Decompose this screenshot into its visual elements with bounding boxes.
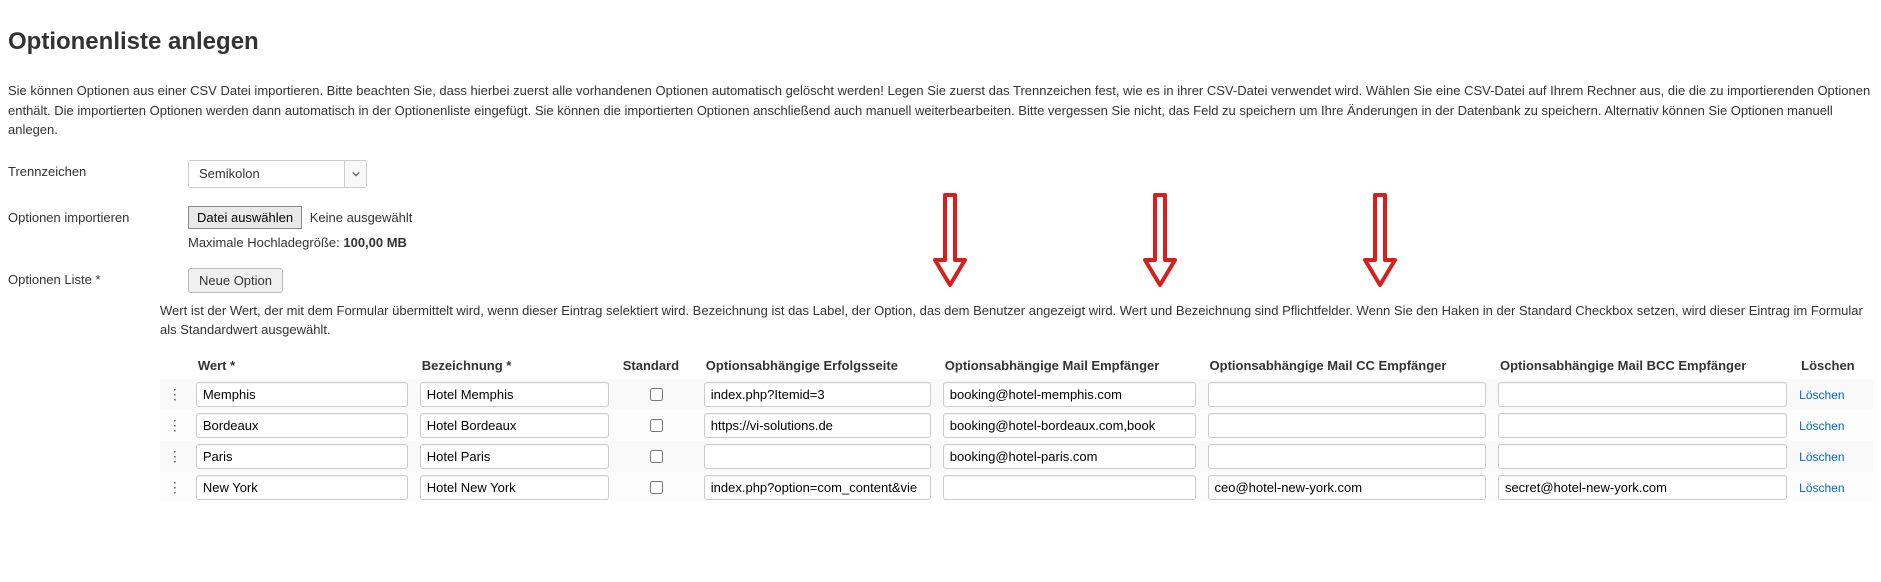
annotation-arrow-icon bbox=[1360, 190, 1400, 290]
mail-input[interactable] bbox=[943, 444, 1196, 469]
col-std: Standard bbox=[615, 352, 698, 379]
help-text: Wert ist der Wert, der mit dem Formular … bbox=[160, 301, 1873, 340]
standard-checkbox[interactable] bbox=[650, 450, 663, 463]
drag-handle-icon[interactable]: ⋮ bbox=[160, 379, 190, 410]
col-page: Optionsabhängige Erfolgsseite bbox=[698, 352, 937, 379]
chevron-down-icon[interactable] bbox=[344, 161, 366, 187]
delete-link[interactable]: Löschen bbox=[1799, 419, 1844, 433]
wert-input[interactable] bbox=[196, 382, 408, 407]
trennzeichen-select[interactable]: Semikolon bbox=[188, 160, 367, 188]
bezeichnung-input[interactable] bbox=[420, 444, 609, 469]
new-option-button[interactable]: Neue Option bbox=[188, 268, 283, 293]
liste-label: Optionen Liste * bbox=[8, 268, 188, 287]
drag-handle-icon[interactable]: ⋮ bbox=[160, 472, 190, 503]
bcc-input[interactable] bbox=[1498, 382, 1787, 407]
wert-input[interactable] bbox=[196, 444, 408, 469]
delete-link[interactable]: Löschen bbox=[1799, 388, 1844, 402]
file-select-button[interactable]: Datei auswählen bbox=[188, 206, 302, 229]
cc-input[interactable] bbox=[1208, 382, 1486, 407]
maxsize-label: Maximale Hochladegröße: bbox=[188, 235, 340, 250]
page-title: Optionenliste anlegen bbox=[8, 28, 1873, 56]
annotation-arrow-icon bbox=[930, 190, 970, 290]
cc-input[interactable] bbox=[1208, 444, 1486, 469]
intro-text: Sie können Optionen aus einer CSV Datei … bbox=[8, 81, 1873, 140]
trennzeichen-value: Semikolon bbox=[189, 161, 344, 187]
annotation-arrow-icon bbox=[1140, 190, 1180, 290]
file-status: Keine ausgewählt bbox=[310, 210, 413, 225]
bcc-input[interactable] bbox=[1498, 413, 1787, 438]
col-cc: Optionsabhängige Mail CC Empfänger bbox=[1202, 352, 1492, 379]
wert-input[interactable] bbox=[196, 413, 408, 438]
wert-input[interactable] bbox=[196, 475, 408, 500]
standard-checkbox[interactable] bbox=[650, 481, 663, 494]
delete-link[interactable]: Löschen bbox=[1799, 450, 1844, 464]
bcc-input[interactable] bbox=[1498, 475, 1787, 500]
bezeichnung-input[interactable] bbox=[420, 413, 609, 438]
col-bcc: Optionsabhängige Mail BCC Empfänger bbox=[1492, 352, 1793, 379]
options-table: Wert * Bezeichnung * Standard Optionsabh… bbox=[160, 352, 1873, 503]
delete-link[interactable]: Löschen bbox=[1799, 481, 1844, 495]
mail-input[interactable] bbox=[943, 382, 1196, 407]
cc-input[interactable] bbox=[1208, 475, 1486, 500]
bezeichnung-input[interactable] bbox=[420, 382, 609, 407]
bezeichnung-input[interactable] bbox=[420, 475, 609, 500]
cc-input[interactable] bbox=[1208, 413, 1486, 438]
table-row: ⋮ Löschen bbox=[160, 472, 1873, 503]
col-bez: Bezeichnung * bbox=[414, 352, 615, 379]
standard-checkbox[interactable] bbox=[650, 419, 663, 432]
table-row: ⋮ Löschen bbox=[160, 379, 1873, 410]
col-mail: Optionsabhängige Mail Empfänger bbox=[937, 352, 1202, 379]
mail-input[interactable] bbox=[943, 413, 1196, 438]
page-input[interactable] bbox=[704, 413, 931, 438]
trennzeichen-label: Trennzeichen bbox=[8, 160, 188, 179]
drag-handle-icon[interactable]: ⋮ bbox=[160, 441, 190, 472]
bcc-input[interactable] bbox=[1498, 444, 1787, 469]
col-wert: Wert * bbox=[190, 352, 414, 379]
import-label: Optionen importieren bbox=[8, 206, 188, 225]
standard-checkbox[interactable] bbox=[650, 388, 663, 401]
table-row: ⋮ Löschen bbox=[160, 441, 1873, 472]
page-input[interactable] bbox=[704, 475, 931, 500]
table-row: ⋮ Löschen bbox=[160, 410, 1873, 441]
col-del: Löschen bbox=[1793, 352, 1873, 379]
page-input[interactable] bbox=[704, 382, 931, 407]
page-input[interactable] bbox=[704, 444, 931, 469]
mail-input[interactable] bbox=[943, 475, 1196, 500]
maxsize-value: 100,00 MB bbox=[343, 235, 407, 250]
drag-handle-icon[interactable]: ⋮ bbox=[160, 410, 190, 441]
